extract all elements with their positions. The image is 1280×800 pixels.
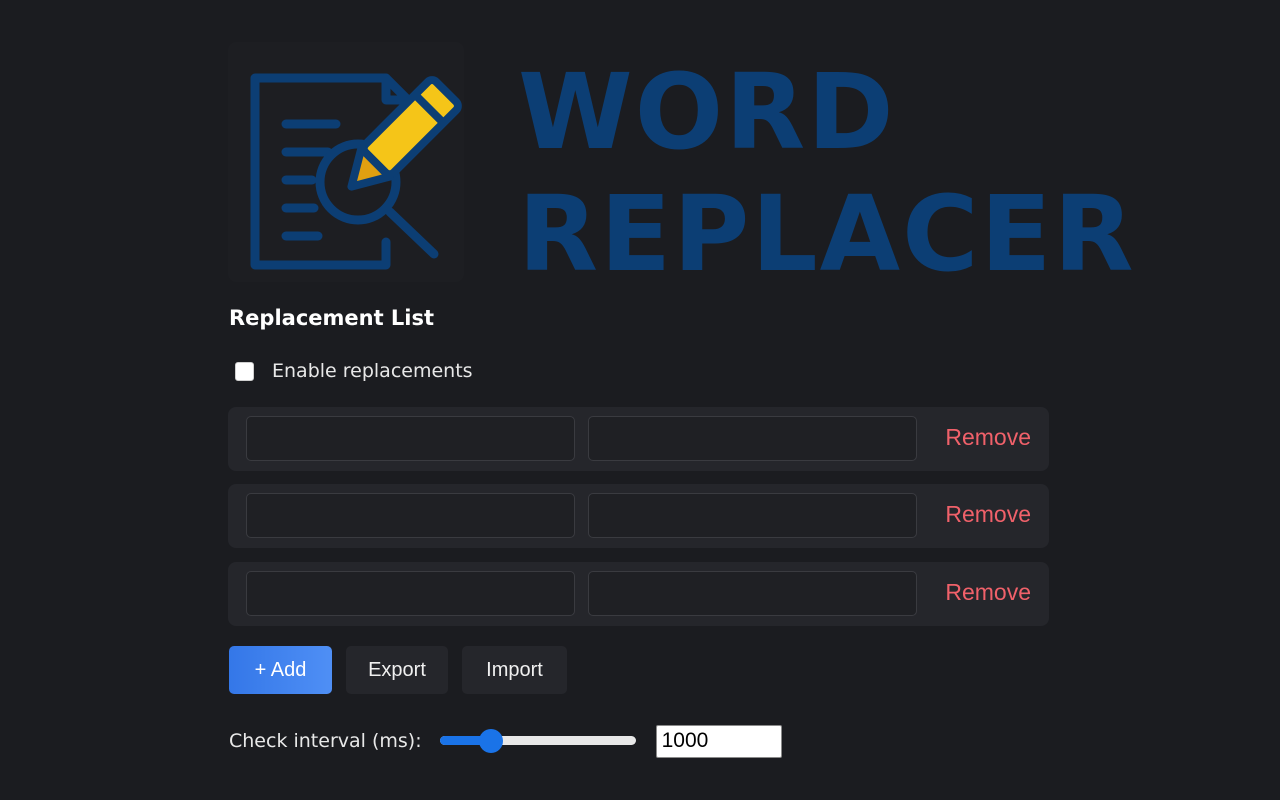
app-logo: WORD REPLACER xyxy=(228,42,1134,286)
replacement-row: Remove xyxy=(228,484,1049,548)
logo-word-line2: REPLACER xyxy=(518,173,1136,295)
remove-button[interactable]: Remove xyxy=(945,579,1031,606)
replacement-row: Remove xyxy=(228,407,1049,471)
import-button[interactable]: Import xyxy=(462,646,567,694)
document-search-pencil-icon xyxy=(228,42,464,282)
replacement-row: Remove xyxy=(228,562,1049,626)
action-buttons: + Add Export Import xyxy=(229,646,567,694)
section-title: Replacement List xyxy=(229,306,435,330)
replace-input[interactable] xyxy=(588,416,917,461)
remove-button[interactable]: Remove xyxy=(945,501,1031,528)
find-input[interactable] xyxy=(246,571,575,616)
enable-replacements-checkbox[interactable] xyxy=(235,361,254,381)
enable-replacements-row[interactable]: Enable replacements xyxy=(235,360,473,382)
check-interval-slider[interactable] xyxy=(439,724,636,758)
check-interval-label: Check interval (ms): xyxy=(229,730,422,752)
add-button[interactable]: + Add xyxy=(229,646,332,694)
check-interval-row: Check interval (ms): xyxy=(229,724,782,758)
options-page: WORD REPLACER Replacement List Enable re… xyxy=(0,0,1280,800)
logo-word-line1: WORD xyxy=(518,51,896,173)
export-button[interactable]: Export xyxy=(346,646,448,694)
enable-replacements-label[interactable]: Enable replacements xyxy=(272,360,473,382)
slider-thumb[interactable] xyxy=(479,729,504,753)
find-input[interactable] xyxy=(246,493,575,538)
check-interval-input[interactable] xyxy=(655,724,782,758)
replace-input[interactable] xyxy=(588,571,917,616)
replace-input[interactable] xyxy=(588,493,917,538)
find-input[interactable] xyxy=(246,416,575,461)
remove-button[interactable]: Remove xyxy=(945,424,1031,451)
